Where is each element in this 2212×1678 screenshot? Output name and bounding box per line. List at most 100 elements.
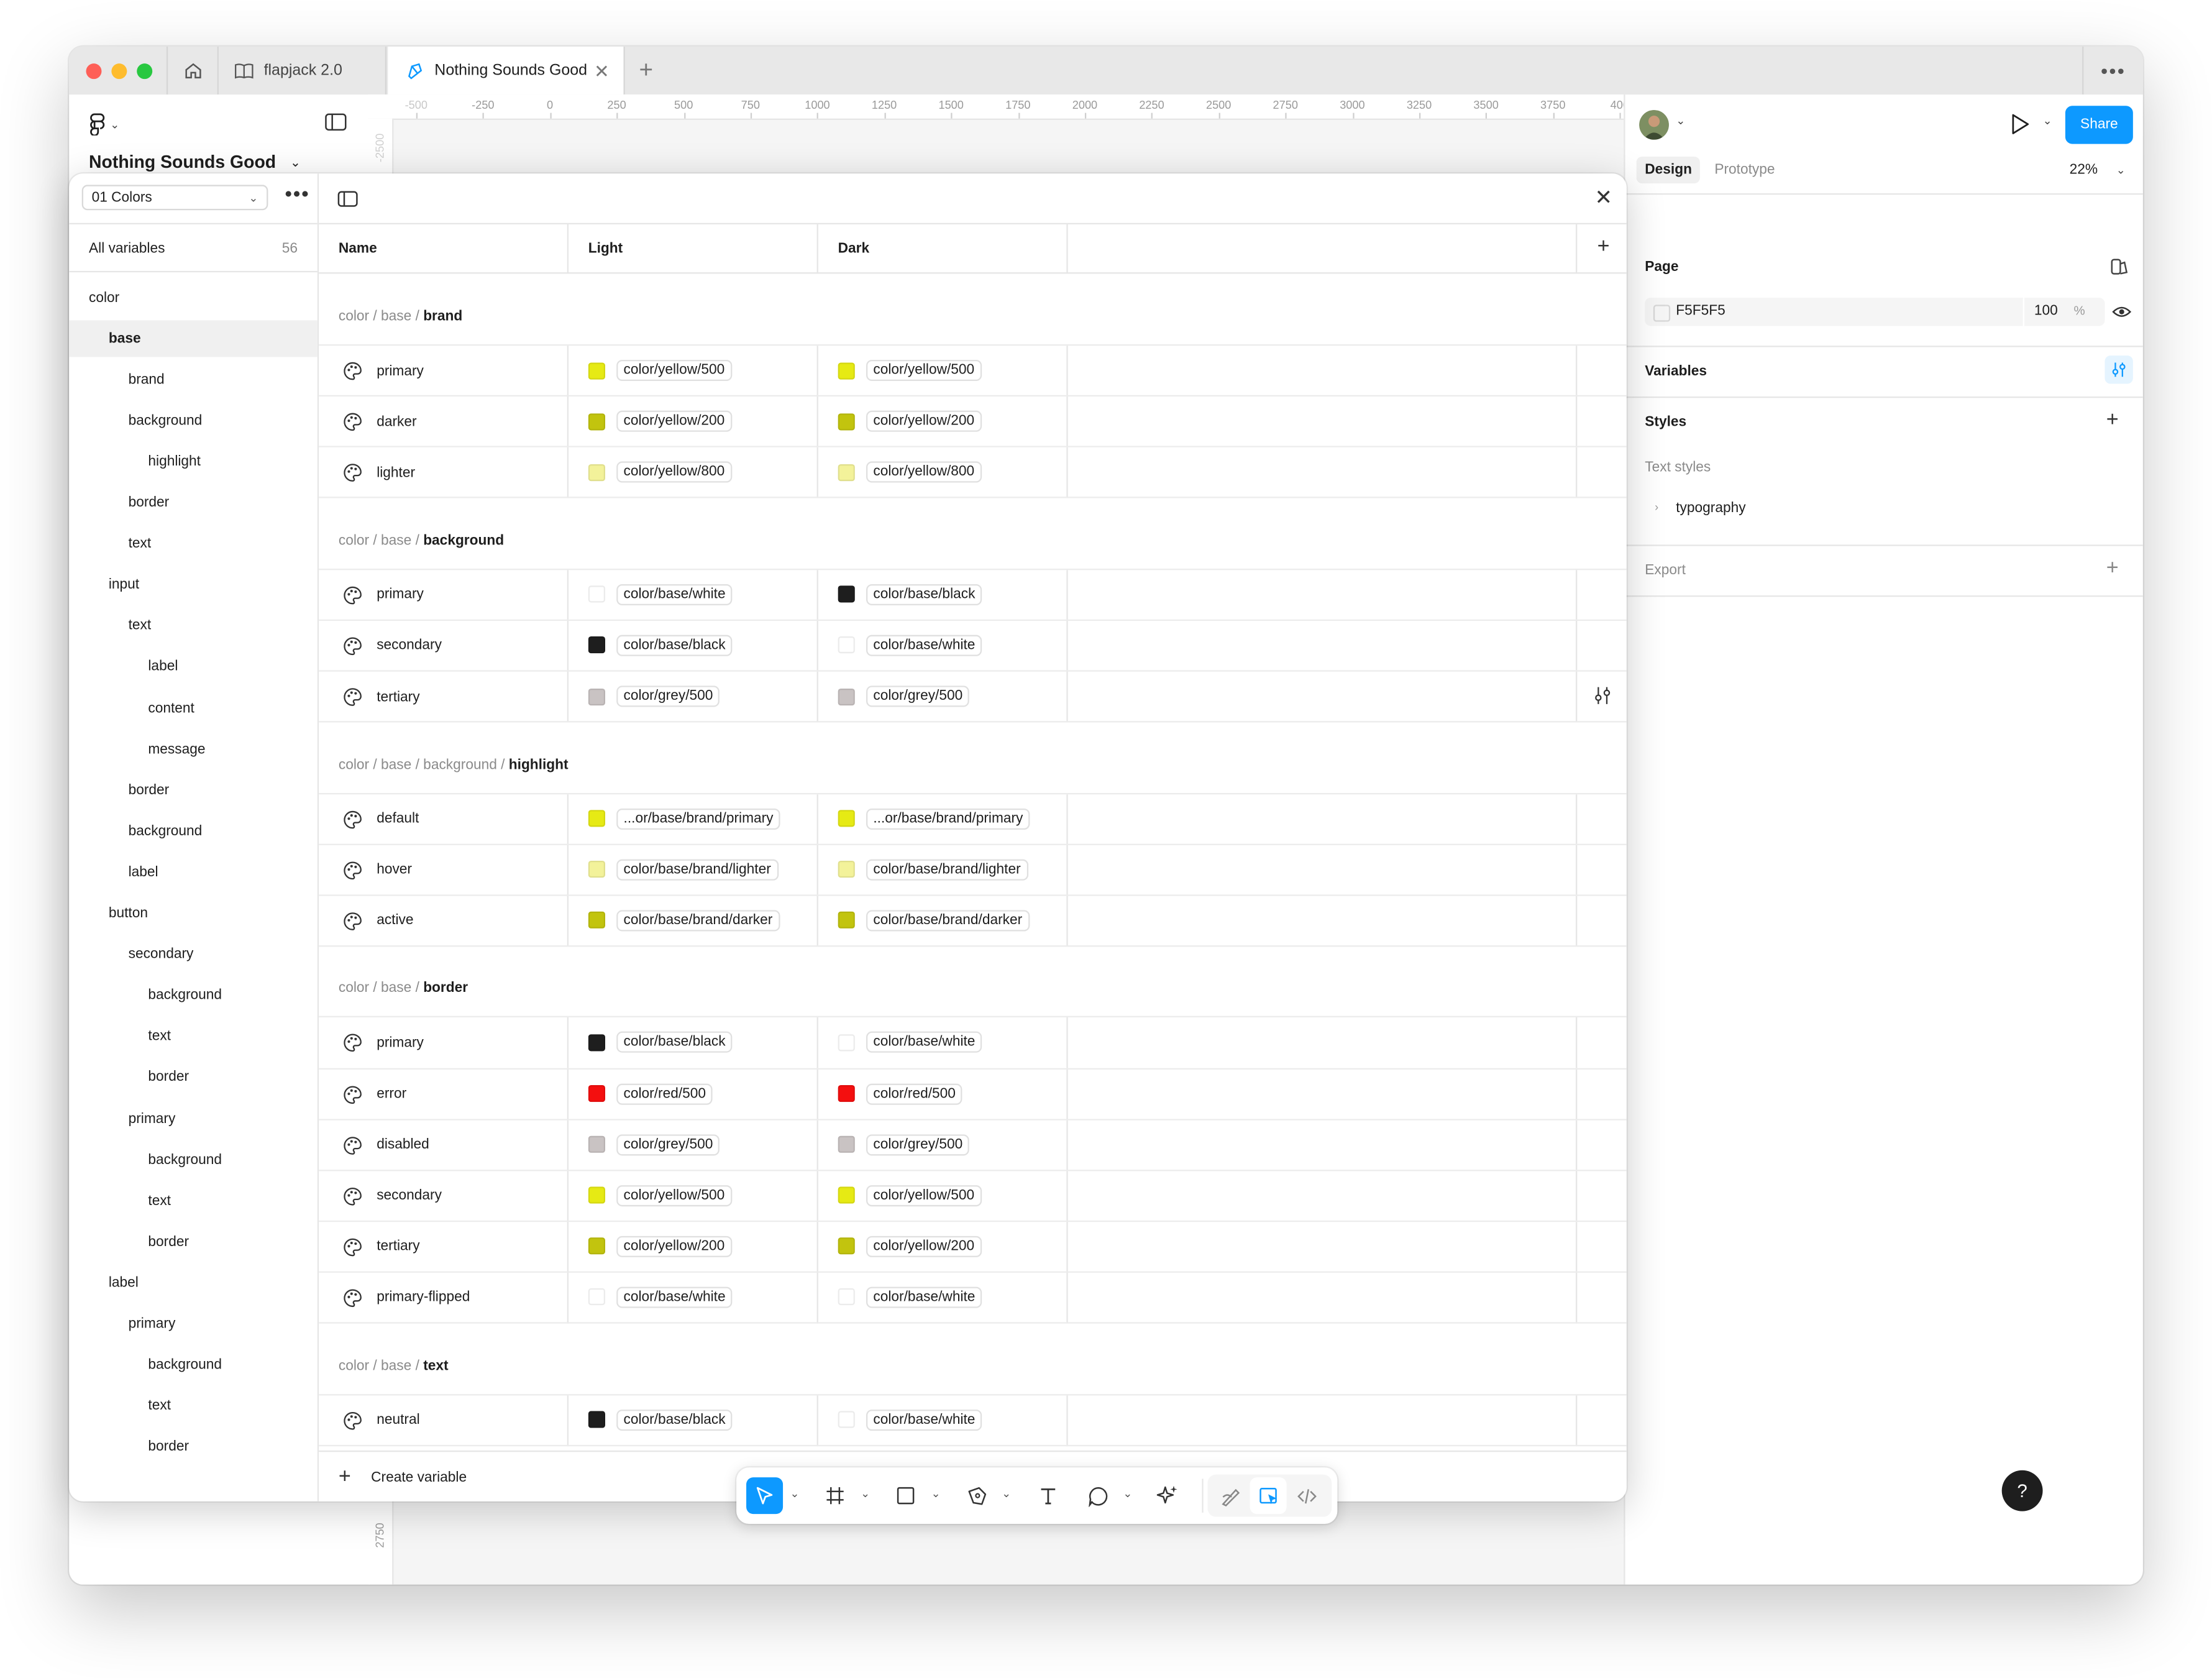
variable-row[interactable]: disabled color/grey/500 color/grey/500: [319, 1118, 1627, 1171]
variable-name-cell[interactable]: tertiary: [343, 687, 420, 707]
light-value-cell[interactable]: color/yellow/500: [588, 1185, 732, 1206]
light-value-cell[interactable]: color/yellow/800: [588, 461, 732, 483]
variable-name[interactable]: disabled: [377, 1137, 429, 1153]
more-options-icon[interactable]: •••: [2082, 46, 2143, 95]
tree-item-border[interactable]: border: [69, 1060, 318, 1096]
color-swatch[interactable]: [588, 1237, 606, 1255]
variable-name[interactable]: primary-flipped: [377, 1290, 470, 1306]
color-swatch[interactable]: [838, 1084, 855, 1103]
variable-row[interactable]: primary color/yellow/500 color/yellow/500: [319, 344, 1627, 397]
dark-value-cell[interactable]: color/grey/500: [838, 685, 970, 707]
tree-item-label[interactable]: label: [69, 854, 318, 891]
color-swatch[interactable]: [838, 585, 855, 603]
actions-tool[interactable]: [1149, 1477, 1186, 1514]
variable-name-cell[interactable]: tertiary: [343, 1237, 420, 1257]
alias-pill[interactable]: color/yellow/800: [616, 461, 732, 483]
variable-name[interactable]: primary: [377, 1035, 424, 1051]
color-swatch[interactable]: [838, 861, 855, 878]
variable-row[interactable]: secondary color/base/black color/base/whit…: [319, 619, 1627, 672]
light-value-cell[interactable]: color/red/500: [588, 1083, 713, 1104]
share-button[interactable]: Share: [2065, 106, 2133, 144]
alias-pill[interactable]: color/yellow/500: [866, 359, 982, 382]
chevron-down-icon[interactable]: ⌄: [1123, 1487, 1132, 1500]
draw-mode-button[interactable]: [1212, 1477, 1248, 1514]
page-layout-icon[interactable]: [2109, 257, 2129, 277]
tree-item-border[interactable]: border: [69, 1429, 318, 1465]
variable-name[interactable]: primary: [377, 364, 424, 379]
color-swatch[interactable]: [588, 585, 606, 603]
dark-value-cell[interactable]: color/red/500: [838, 1083, 963, 1104]
tree-item-text[interactable]: text: [69, 1019, 318, 1055]
tree-item-input[interactable]: input: [69, 567, 318, 603]
add-export-icon[interactable]: +: [2106, 556, 2119, 580]
variable-name-cell[interactable]: hover: [343, 860, 412, 880]
variable-name-cell[interactable]: secondary: [343, 1186, 442, 1206]
color-swatch[interactable]: [838, 810, 855, 827]
tree-item-color[interactable]: color: [69, 280, 318, 316]
toggle-groups-button[interactable]: [337, 189, 359, 214]
dev-mode-button[interactable]: [1288, 1477, 1325, 1514]
dark-value-cell[interactable]: color/yellow/500: [838, 1185, 982, 1206]
variable-row[interactable]: primary-flipped color/base/white color/bas…: [319, 1271, 1627, 1324]
dark-value-cell[interactable]: color/grey/500: [838, 1134, 970, 1155]
dark-value-cell[interactable]: color/yellow/800: [838, 461, 982, 483]
variable-name-cell[interactable]: secondary: [343, 636, 442, 656]
alias-pill[interactable]: color/grey/500: [866, 1134, 970, 1155]
alias-pill[interactable]: color/yellow/800: [866, 461, 982, 483]
variable-row[interactable]: tertiary color/yellow/200 color/yellow/200: [319, 1220, 1627, 1273]
variable-name-cell[interactable]: primary-flipped: [343, 1288, 470, 1308]
color-swatch[interactable]: [588, 1135, 606, 1153]
variable-name[interactable]: lighter: [377, 465, 415, 481]
alias-pill[interactable]: color/base/black: [866, 584, 982, 605]
light-value-cell[interactable]: color/yellow/200: [588, 410, 732, 432]
variable-name-cell[interactable]: active: [343, 911, 414, 931]
light-value-cell[interactable]: color/base/white: [588, 584, 733, 605]
tree-item-primary[interactable]: primary: [69, 1101, 318, 1137]
light-value-cell[interactable]: color/yellow/500: [588, 359, 732, 382]
tab-flapjack[interactable]: flapjack 2.0: [217, 46, 387, 95]
text-tool[interactable]: [1030, 1477, 1066, 1514]
light-value-cell[interactable]: color/yellow/200: [588, 1236, 732, 1257]
alias-pill[interactable]: color/yellow/200: [616, 1236, 732, 1257]
variable-name[interactable]: error: [377, 1086, 406, 1102]
tree-item-brand[interactable]: brand: [69, 362, 318, 398]
present-button[interactable]: [2010, 113, 2030, 143]
tree-item-base[interactable]: base: [69, 320, 318, 357]
color-swatch[interactable]: [838, 1034, 855, 1052]
alias-pill[interactable]: ...or/base/brand/primary: [616, 808, 780, 830]
frame-tool[interactable]: [817, 1477, 854, 1514]
dark-value-cell[interactable]: color/base/black: [838, 584, 982, 605]
all-variables-item[interactable]: All variables 56: [69, 222, 318, 273]
home-tab[interactable]: [166, 46, 219, 95]
toggle-sidebar-button[interactable]: [324, 113, 347, 139]
color-swatch[interactable]: [588, 912, 606, 929]
color-swatch[interactable]: [588, 1034, 606, 1052]
tree-item-border[interactable]: border: [69, 485, 318, 521]
variable-name-cell[interactable]: default: [343, 809, 419, 829]
dark-value-cell[interactable]: ...or/base/brand/primary: [838, 808, 1030, 830]
light-value-cell[interactable]: color/base/white: [588, 1286, 733, 1308]
collection-select[interactable]: 01 Colors ⌄: [81, 185, 268, 211]
color-swatch[interactable]: [838, 1237, 855, 1255]
dark-value-cell[interactable]: color/yellow/200: [838, 410, 982, 432]
tree-item-border[interactable]: border: [69, 1224, 318, 1260]
alias-pill[interactable]: color/grey/500: [866, 685, 970, 707]
tree-item-label[interactable]: label: [69, 1265, 318, 1301]
avatar[interactable]: [1639, 110, 1669, 140]
tree-item-background[interactable]: background: [69, 403, 318, 439]
alias-pill[interactable]: color/base/black: [616, 1408, 733, 1431]
variable-name[interactable]: primary: [377, 587, 424, 603]
design-mode-button[interactable]: [1250, 1477, 1287, 1515]
dark-value-cell[interactable]: color/base/white: [838, 1032, 982, 1053]
tree-item-background[interactable]: background: [69, 1347, 318, 1383]
move-tool[interactable]: [746, 1477, 784, 1515]
tab-nothing-sounds-good[interactable]: Nothing Sounds Good ✕: [388, 46, 625, 95]
shape-tool[interactable]: [887, 1477, 924, 1514]
alias-pill[interactable]: color/base/brand/darker: [616, 909, 780, 932]
tree-item-button[interactable]: button: [69, 896, 318, 932]
color-swatch[interactable]: [588, 1084, 606, 1103]
variable-row[interactable]: default ...or/base/brand/primary ...or/bas…: [319, 792, 1627, 845]
color-swatch[interactable]: [588, 1186, 606, 1204]
color-swatch[interactable]: [588, 1288, 606, 1306]
close-tab-icon[interactable]: ✕: [594, 61, 610, 83]
